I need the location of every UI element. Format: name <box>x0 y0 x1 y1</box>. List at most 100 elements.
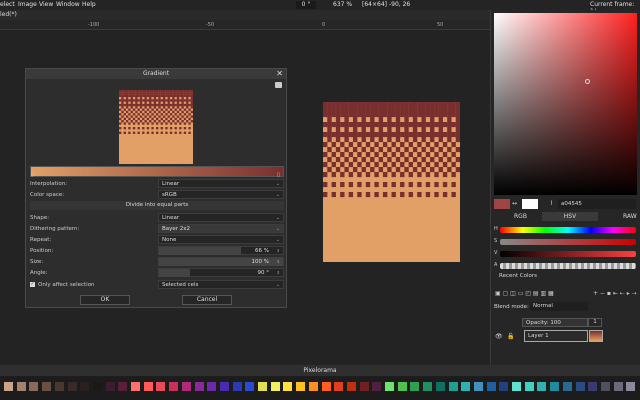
palette-swatch[interactable] <box>169 382 179 391</box>
palette-swatch[interactable] <box>16 382 26 391</box>
palette-swatch[interactable] <box>156 382 166 391</box>
palette-swatch[interactable] <box>131 382 140 391</box>
palette-swatch[interactable] <box>270 382 280 391</box>
palette-swatch[interactable] <box>524 382 534 391</box>
palette-swatch[interactable] <box>105 382 115 391</box>
add-frame-icon[interactable]: + − ▪ ⇤ ⇠ ▸ ⇢ <box>593 290 637 297</box>
palette-swatch[interactable] <box>473 382 483 391</box>
angle-slider[interactable]: 90 ° ⇕ <box>158 268 284 277</box>
palette-swatch[interactable] <box>232 382 242 391</box>
palette-swatch[interactable] <box>537 382 547 391</box>
palette-swatch[interactable] <box>29 382 39 391</box>
hue-slider[interactable]: H <box>494 226 637 234</box>
recent-colors-label[interactable]: Recent Colors <box>499 273 537 279</box>
menu-window[interactable]: Window <box>56 1 80 8</box>
palette-swatch[interactable] <box>118 382 128 391</box>
frame-number[interactable]: 1 <box>588 318 602 327</box>
palette-swatch[interactable] <box>575 382 585 391</box>
canvas-image[interactable] <box>323 102 460 262</box>
menu-help[interactable]: Help <box>82 1 96 8</box>
dither-select[interactable]: Bayer 2x2 ⌄ <box>158 224 284 233</box>
value-slider[interactable]: V <box>494 250 637 258</box>
gradient-stop-end[interactable]: ▯ <box>277 172 280 178</box>
opacity-slider[interactable]: Opacity: 100 <box>522 318 588 327</box>
palette-swatch[interactable] <box>80 382 90 391</box>
palette-swatch[interactable] <box>92 382 102 391</box>
palette-swatch[interactable] <box>181 382 191 391</box>
camera-icon[interactable] <box>275 82 282 88</box>
palette-swatch[interactable] <box>67 382 77 391</box>
visibility-icon[interactable]: 👁 <box>495 333 503 340</box>
eyedropper-icon[interactable]: ⌇ <box>550 200 553 207</box>
palette-swatch[interactable] <box>194 382 204 391</box>
palette-swatch[interactable] <box>448 382 458 391</box>
palette-swatch[interactable] <box>346 382 356 391</box>
menu-image[interactable]: Image <box>18 1 37 8</box>
palette-swatch[interactable] <box>296 382 306 391</box>
cel-thumbnail[interactable] <box>589 330 603 342</box>
palette-swatch[interactable] <box>334 382 344 391</box>
secondary-color-swatch[interactable] <box>522 199 538 209</box>
palette-swatch[interactable] <box>54 382 64 391</box>
menu-view[interactable]: View <box>39 1 53 8</box>
tab-rgb[interactable]: RGB <box>514 213 527 220</box>
palette-swatch[interactable] <box>613 382 623 391</box>
palette-swatch[interactable] <box>219 382 229 391</box>
palette-swatch[interactable] <box>486 382 496 391</box>
alpha-slider[interactable]: A <box>494 262 637 270</box>
gradient-bar[interactable] <box>30 166 284 177</box>
divide-button[interactable]: Divide into equal parts <box>30 201 284 210</box>
hex-input[interactable]: a04545 <box>558 199 636 209</box>
close-icon[interactable]: ✕ <box>276 69 283 78</box>
colorspace-select[interactable]: sRGB ⌄ <box>158 190 284 199</box>
lock-icon[interactable]: 🔓 <box>507 333 514 340</box>
palette-swatch[interactable] <box>423 382 433 391</box>
menu-select[interactable]: elect <box>0 1 15 8</box>
palette-swatch[interactable] <box>321 382 331 391</box>
tab-project[interactable]: led(*) <box>0 11 17 18</box>
ok-button[interactable]: OK <box>80 295 130 305</box>
palette-swatch[interactable] <box>512 382 521 391</box>
saturation-slider[interactable]: S <box>494 238 637 246</box>
palette-swatch[interactable] <box>258 382 267 391</box>
palette-swatch[interactable] <box>359 382 369 391</box>
repeat-select[interactable]: None ⌄ <box>158 235 284 244</box>
only-affect-checkbox[interactable]: ✓ <box>30 282 35 287</box>
palette-swatch[interactable] <box>626 382 636 391</box>
affect-select[interactable]: Selected cels ⌄ <box>158 280 284 289</box>
palette-swatch[interactable] <box>42 382 52 391</box>
palette-swatch[interactable] <box>397 382 407 391</box>
palette-swatch[interactable] <box>385 382 394 391</box>
palette-swatch[interactable] <box>245 382 255 391</box>
cancel-button[interactable]: Cancel <box>182 295 232 305</box>
palette-swatch[interactable] <box>588 382 598 391</box>
rotation-field[interactable]: 0 ° <box>296 1 316 9</box>
palette-swatch[interactable] <box>308 382 318 391</box>
palette-swatch[interactable] <box>283 382 293 391</box>
size-slider[interactable]: 100 % ⇕ <box>158 257 284 266</box>
picker-cursor[interactable] <box>585 79 590 84</box>
palette-swatch[interactable] <box>435 382 445 391</box>
color-picker-area[interactable] <box>494 13 637 195</box>
primary-color-swatch[interactable] <box>494 199 510 209</box>
tab-raw[interactable]: RAW <box>623 213 637 220</box>
position-slider[interactable]: 66 % ⇕ <box>158 246 284 255</box>
palette-swatch[interactable] <box>550 382 560 391</box>
blend-mode-select[interactable]: Normal <box>530 302 588 311</box>
interpolation-select[interactable]: Linear ⌄ <box>158 179 284 188</box>
palette-swatch[interactable] <box>410 382 420 391</box>
swap-icon[interactable]: ↔ <box>512 200 517 207</box>
palette-swatch[interactable] <box>499 382 509 391</box>
palette-swatch[interactable] <box>372 382 382 391</box>
layer-item[interactable]: Layer 1 <box>524 330 588 342</box>
palette-swatch[interactable] <box>461 382 471 391</box>
palette-swatch[interactable] <box>562 382 572 391</box>
palette-swatch[interactable] <box>143 382 153 391</box>
gradient-stop-start[interactable]: ▯ <box>31 172 34 178</box>
palette-swatch[interactable] <box>207 382 217 391</box>
palette-swatch[interactable] <box>4 382 13 391</box>
shape-select[interactable]: Linear ⌄ <box>158 213 284 222</box>
palette-swatch[interactable] <box>600 382 610 391</box>
layer-tools-icon[interactable]: ▣ ▢ ◫ ▭ ◰ ▤ ▥ ▦ <box>495 290 554 297</box>
tab-hsv[interactable]: HSV <box>542 212 598 221</box>
